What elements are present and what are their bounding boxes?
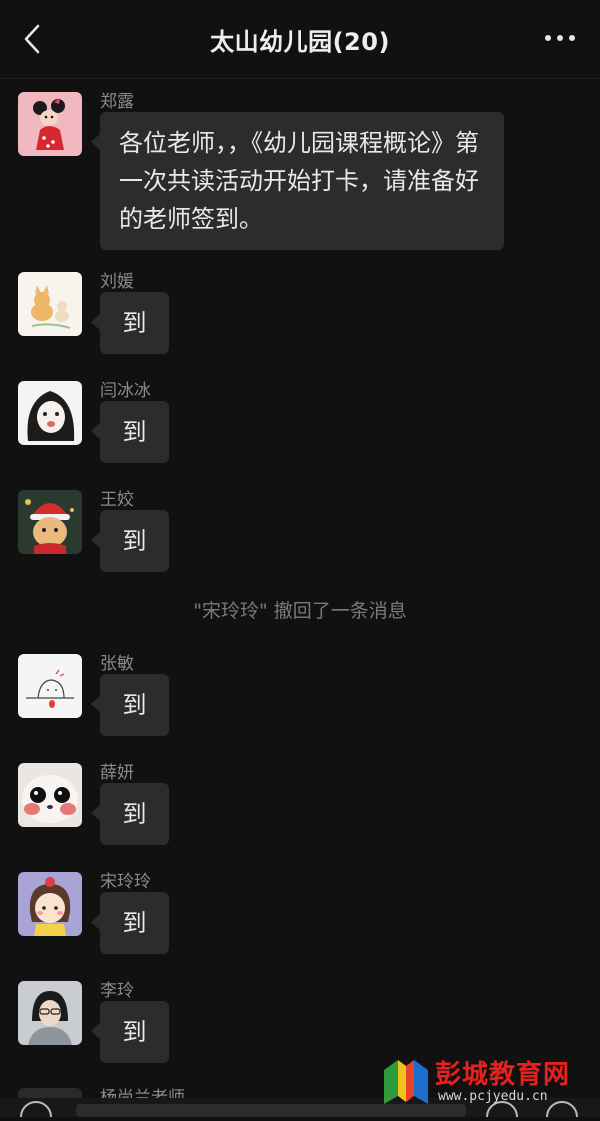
avatar[interactable] (18, 381, 82, 445)
cat-santa-avatar-icon (18, 490, 82, 554)
sender-name: 张敏 (100, 654, 134, 674)
sender-name: 刘媛 (100, 272, 134, 292)
page-title: 太山幼儿园(20) (210, 28, 390, 56)
message-bubble[interactable]: 到 (91, 401, 169, 463)
book-logo-icon (384, 1060, 428, 1104)
message-bubble[interactable]: 到 (91, 674, 169, 736)
avatar[interactable] (18, 490, 82, 554)
sender-name: 王姣 (100, 490, 134, 510)
recall-notice: "宋玲玲" 撤回了一条消息 (193, 600, 407, 622)
avatar[interactable] (18, 92, 82, 156)
more-button[interactable] (542, 26, 578, 50)
puppy-avatar-icon (18, 763, 82, 827)
message-bubble[interactable]: 到 (91, 510, 169, 572)
watermark-title: 彭城教育网 (435, 1060, 571, 1090)
message-bubble[interactable]: 到 (91, 292, 169, 354)
girl-sketch-avatar-icon (18, 381, 82, 445)
avatar[interactable] (18, 272, 82, 336)
avatar[interactable] (18, 654, 82, 718)
chat-header: 太山幼儿园(20) (0, 0, 600, 79)
message-bubble[interactable]: 到 (91, 783, 169, 845)
avatar[interactable] (18, 763, 82, 827)
photo-portrait-avatar-icon (18, 981, 82, 1045)
minnie-avatar-icon (18, 92, 82, 156)
sender-name: 李玲 (100, 981, 134, 1001)
cartoon-girl-avatar-icon (18, 872, 82, 936)
watermark: 彭城教育网 www.pcjyedu.cn (380, 1054, 595, 1109)
sender-name: 闫冰冰 (100, 381, 151, 401)
sender-name: 薛妍 (100, 763, 134, 783)
more-dots-icon (545, 35, 575, 41)
fox-avatar-icon (18, 272, 82, 336)
message-bubble[interactable]: 各位老师，，《幼儿园课程概论》第一次共读活动开始打卡，请准备好的老师签到。 (91, 112, 504, 250)
message-bubble[interactable]: 到 (91, 1001, 169, 1063)
avatar[interactable] (18, 872, 82, 936)
message-bubble[interactable]: 到 (91, 892, 169, 954)
doodle-avatar-icon (18, 654, 82, 718)
avatar[interactable] (18, 981, 82, 1045)
sender-name: 郑露 (100, 92, 134, 112)
sender-name: 宋玲玲 (100, 872, 151, 892)
watermark-url: www.pcjyedu.cn (438, 1089, 548, 1104)
